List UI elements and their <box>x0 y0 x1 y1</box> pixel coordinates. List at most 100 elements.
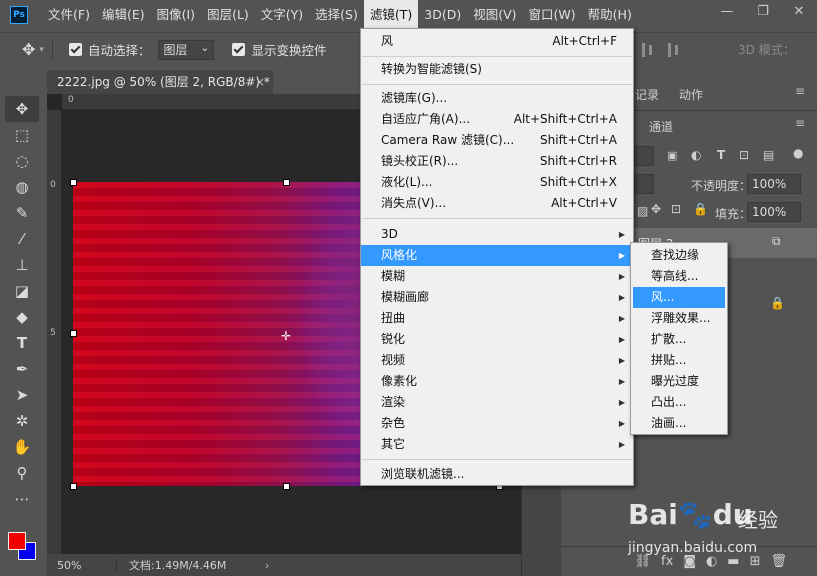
close-button[interactable]: ✕ <box>781 0 817 22</box>
reference-point-icon[interactable]: ✛ <box>281 329 291 343</box>
menu-item-noise[interactable]: 杂色 ▶ <box>361 413 633 434</box>
submenu-item-find-edges[interactable]: 查找边缘 <box>633 245 725 266</box>
quick-select-icon[interactable]: ◍ <box>5 174 39 200</box>
eyedropper-icon[interactable]: ✎ <box>5 200 39 226</box>
move-tool-icon[interactable]: ✥ <box>22 40 35 59</box>
blend-mode-dropdown[interactable] <box>634 174 654 194</box>
lock-artboard-icon[interactable]: ⊡ <box>671 202 681 216</box>
menu-item-browse-online[interactable]: 浏览联机滤镜... <box>361 464 633 485</box>
lock-all-icon[interactable]: 🔒 <box>693 202 708 216</box>
restore-button[interactable]: ❐ <box>745 0 781 22</box>
distribute-icon[interactable] <box>668 43 671 57</box>
filter-toggle-icon[interactable]: ● <box>793 146 803 160</box>
menu-item-other[interactable]: 其它 ▶ <box>361 434 633 455</box>
menu-item-camera-raw[interactable]: Camera Raw 滤镜(C)... Shift+Ctrl+A <box>361 130 633 151</box>
menu-help[interactable]: 帮助(H) <box>582 0 638 30</box>
menu-item-blur[interactable]: 模糊 ▶ <box>361 266 633 287</box>
mode-3d-label[interactable]: 3D 模式： <box>738 41 795 58</box>
menu-item-last-filter[interactable]: 风 Alt+Ctrl+F <box>361 31 633 52</box>
pen-icon[interactable]: ✒ <box>5 356 39 382</box>
path-select-icon[interactable]: ➤ <box>5 382 39 408</box>
move-icon[interactable]: ✥ <box>5 96 39 122</box>
panel-menu-icon[interactable]: ≡ <box>795 84 805 98</box>
tab-actions[interactable]: 动作 <box>679 86 703 103</box>
transform-handle[interactable] <box>70 330 77 337</box>
menu-item-convert-smart-filter[interactable]: 转换为智能滤镜(S) <box>361 59 633 80</box>
menu-item-lens-correction[interactable]: 镜头校正(R)... Shift+Ctrl+R <box>361 151 633 172</box>
smart-object-filter-icon[interactable]: ▤ <box>763 148 774 162</box>
menu-item-pixelate[interactable]: 像素化 ▶ <box>361 371 633 392</box>
menu-item-adaptive-wide-angle[interactable]: 自适应广角(A)... Alt+Shift+Ctrl+A <box>361 109 633 130</box>
submenu-item-emboss[interactable]: 浮雕效果... <box>633 308 725 329</box>
menu-item-sharpen[interactable]: 锐化 ▶ <box>361 329 633 350</box>
menu-view[interactable]: 视图(V) <box>467 0 522 30</box>
zoom-icon[interactable]: ⚲ <box>5 460 39 486</box>
shape-icon[interactable]: ✲ <box>5 408 39 434</box>
shape-filter-icon[interactable]: ⊡ <box>739 148 749 162</box>
close-tab-icon[interactable]: × <box>255 70 265 94</box>
menu-image[interactable]: 图像(I) <box>151 0 201 30</box>
menu-item-filter-gallery[interactable]: 滤镜库(G)... <box>361 88 633 109</box>
image-filter-icon[interactable]: ▣ <box>667 149 677 162</box>
menu-item-render[interactable]: 渲染 ▶ <box>361 392 633 413</box>
transform-handle[interactable] <box>70 483 77 490</box>
transform-handle[interactable] <box>283 179 290 186</box>
submenu-item-wind[interactable]: 风... <box>633 287 725 308</box>
menu-item-distort[interactable]: 扭曲 ▶ <box>361 308 633 329</box>
lock-transparent-icon[interactable]: ▨ <box>637 204 648 218</box>
auto-select-checkbox[interactable] <box>68 43 82 56</box>
menu-type[interactable]: 文字(Y) <box>255 0 309 30</box>
adjustment-filter-icon[interactable]: ◐ <box>691 148 701 162</box>
brush-icon[interactable]: ⁄ <box>5 226 39 252</box>
hand-icon[interactable]: ✋ <box>5 434 39 460</box>
menu-filter[interactable]: 滤镜(T) <box>363 0 419 30</box>
lasso-icon[interactable]: ◌ <box>5 148 39 174</box>
submenu-arrow-icon: ▶ <box>618 356 625 365</box>
menu-item-vanishing-point[interactable]: 消失点(V)... Alt+Ctrl+V <box>361 193 633 214</box>
align-icon[interactable] <box>649 45 652 55</box>
fill-input[interactable]: 100% <box>747 202 801 222</box>
paint-bucket-icon[interactable]: ◆ <box>5 304 39 330</box>
tab-history[interactable]: 记录 <box>635 86 659 103</box>
zoom-level[interactable]: 50% <box>47 558 117 572</box>
more-tools-icon[interactable]: ⋯ <box>5 486 39 512</box>
menu-item-blur-gallery[interactable]: 模糊画廊 ▶ <box>361 287 633 308</box>
submenu-item-oil-paint[interactable]: 油画... <box>633 413 725 434</box>
foreground-color-swatch[interactable] <box>8 532 26 550</box>
tool-preset-chevron-icon[interactable]: ▾ <box>39 45 44 55</box>
menu-select[interactable]: 选择(S) <box>309 0 364 30</box>
submenu-item-tiles[interactable]: 拼贴... <box>633 350 725 371</box>
document-tab[interactable]: 2222.jpg @ 50% (图层 2, RGB/8#) * × <box>47 70 273 94</box>
submenu-item-extrude[interactable]: 凸出... <box>633 392 725 413</box>
minimize-button[interactable]: — <box>709 0 745 22</box>
menu-window[interactable]: 窗口(W) <box>523 0 582 30</box>
submenu-item-contour[interactable]: 等高线... <box>633 266 725 287</box>
menu-item-3d[interactable]: 3D ▶ <box>361 224 633 245</box>
layer-filter-dropdown[interactable] <box>634 146 654 166</box>
menu-edit[interactable]: 编辑(E) <box>96 0 151 30</box>
menu-3d[interactable]: 3D(D) <box>418 0 467 30</box>
panel-menu-icon[interactable]: ≡ <box>795 116 805 130</box>
stamp-icon[interactable]: ⊥ <box>5 252 39 278</box>
submenu-item-solarize[interactable]: 曝光过度 <box>633 371 725 392</box>
menu-file[interactable]: 文件(F) <box>42 0 96 30</box>
text-icon[interactable]: T <box>5 330 39 356</box>
transform-handle[interactable] <box>283 483 290 490</box>
menu-layer[interactable]: 图层(L) <box>201 0 255 30</box>
menu-item-liquify[interactable]: 液化(L)... Shift+Ctrl+X <box>361 172 633 193</box>
opacity-input[interactable]: 100% <box>747 174 801 194</box>
status-menu-chevron-icon[interactable]: › <box>265 559 269 572</box>
distribute-icon[interactable] <box>675 45 678 55</box>
eraser-icon[interactable]: ◪ <box>5 278 39 304</box>
transform-handle[interactable] <box>70 179 77 186</box>
marquee-icon[interactable]: ⬚ <box>5 122 39 148</box>
submenu-item-diffuse[interactable]: 扩散... <box>633 329 725 350</box>
tab-channels[interactable]: 通道 <box>649 118 673 135</box>
text-filter-icon[interactable]: T <box>717 148 725 162</box>
lock-position-icon[interactable]: ✥ <box>651 202 661 216</box>
menu-item-video[interactable]: 视频 ▶ <box>361 350 633 371</box>
auto-select-dropdown[interactable]: 图层 <box>158 39 215 60</box>
show-transform-checkbox[interactable] <box>232 43 246 56</box>
align-icon[interactable] <box>642 43 645 57</box>
menu-item-stylize[interactable]: 风格化 ▶ <box>361 245 633 266</box>
